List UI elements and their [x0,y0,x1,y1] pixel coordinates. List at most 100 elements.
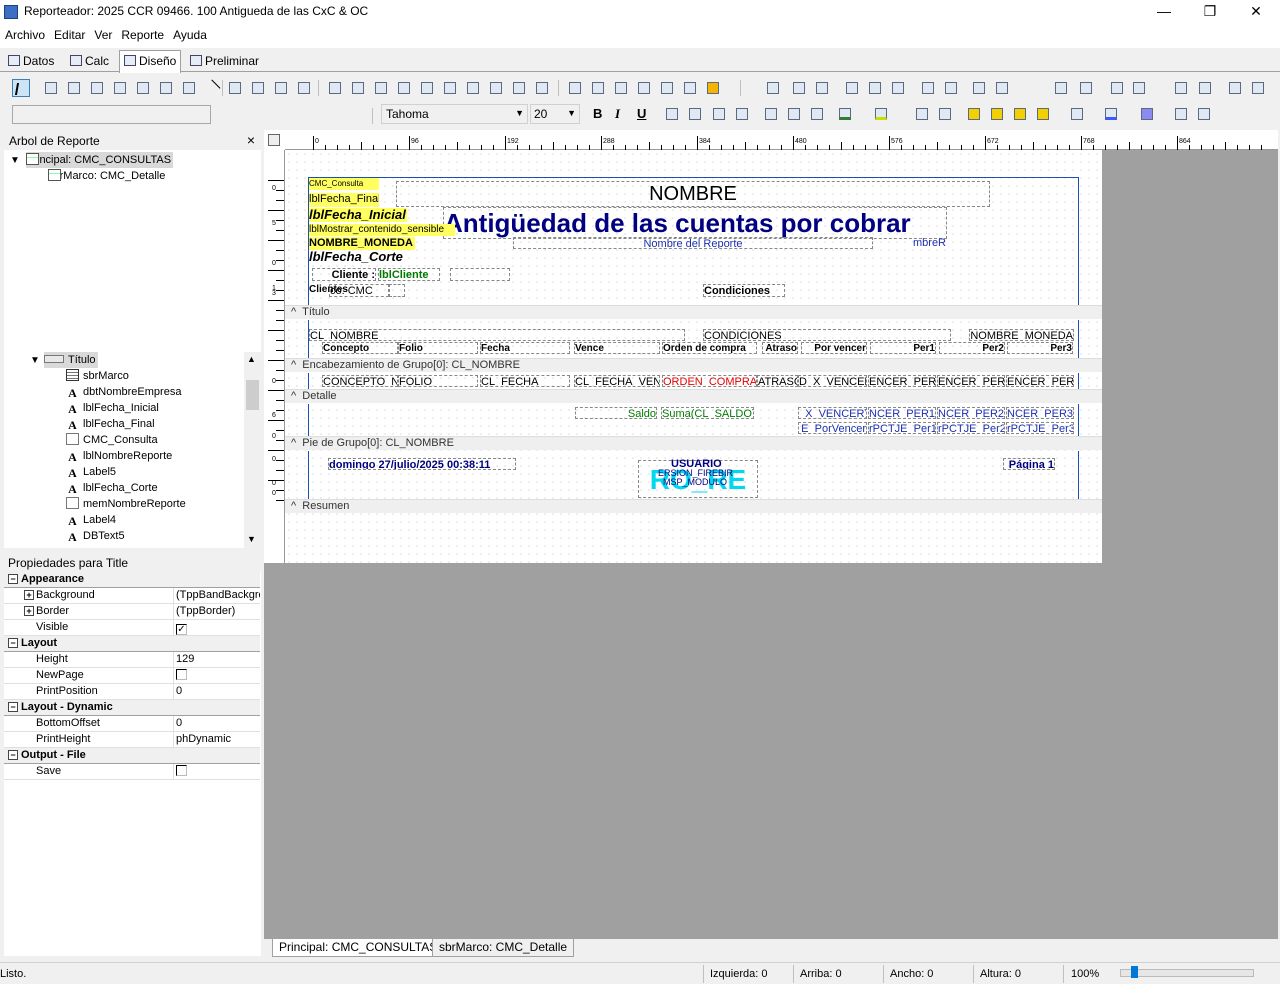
saldo-label[interactable]: Saldo [575,407,657,419]
bold-button[interactable]: B [589,105,607,123]
property-row[interactable]: +Background (TppBandBackground) [4,588,260,604]
bring-front-icon[interactable] [1172,79,1190,97]
italic-button[interactable]: I [611,105,629,123]
pct-per2[interactable]: rPCTJE_Per2 [937,422,1005,434]
detail-per3[interactable]: ENCER_PER3 [1006,375,1074,387]
scrollbar-thumb[interactable] [246,380,259,410]
tree-node-lblfecha-inicial[interactable]: AlblFecha_Inicial [66,400,159,416]
report-heading[interactable]: Antigüedad de las cuentas por cobrar [443,207,947,239]
tab-calc[interactable]: Calc [66,51,113,72]
property-category[interactable]: − Layout - Dynamic [4,700,260,716]
bring-forward-icon[interactable] [965,105,983,123]
col-atraso[interactable]: Atraso [762,342,798,354]
sum-per2[interactable]: NCER_PER2) [937,407,1005,419]
nudge-left-icon[interactable] [1226,79,1244,97]
align-top-icon[interactable] [843,79,861,97]
scroll-up-icon[interactable]: ▲ [247,354,256,364]
col-vence[interactable]: Vence [574,342,660,354]
tree-node-lblfecha-corte[interactable]: AlblFecha_Corte [66,480,157,496]
property-value[interactable] [173,764,260,779]
col-folio[interactable]: Folio [398,342,478,354]
expand-icon[interactable]: + [24,590,34,600]
valign-bottom-icon[interactable] [808,105,826,123]
richtext-tool-icon[interactable] [88,79,106,97]
col-por-vencer[interactable]: Por vencer [801,342,867,354]
pct-per1[interactable]: rPCTJE_Per1 [868,422,936,434]
center-horizontal-icon[interactable] [1052,79,1070,97]
anchor-icon[interactable] [913,105,931,123]
sum-x-vencer[interactable]: _X_VENCER) [798,407,867,419]
expand-icon[interactable]: + [24,606,34,616]
border-icon[interactable] [936,105,954,123]
modulo-field[interactable]: MSP_MODULO [663,477,733,487]
pct-per3[interactable]: rPCTJE_Per3 [1006,422,1074,434]
font-name-select[interactable]: Tahoma ▼ [381,104,528,124]
detail-concepto[interactable]: CONCEPTO_N [322,375,398,387]
font-color-icon[interactable] [836,105,854,123]
tab-preliminar[interactable]: Preliminar [186,51,263,72]
dbmemo-tool-icon[interactable] [349,79,367,97]
property-value[interactable]: 0 [173,684,260,699]
property-row[interactable]: Visible ✓ [4,620,260,636]
property-value[interactable]: (TppBorder) [173,604,260,619]
nombre-reporte-clip[interactable]: mbreR [913,237,949,249]
checkbox-icon[interactable] [176,765,187,776]
maximize-button[interactable]: ❐ [1187,0,1233,24]
gradient-icon[interactable] [1138,105,1156,123]
tree-scrollbar[interactable]: ▲ ▼ [244,352,261,548]
collapse-icon[interactable]: − [8,638,18,648]
font-size-select[interactable]: 20 ▼ [530,104,580,124]
collapse-icon[interactable]: − [8,574,18,584]
condiciones-field[interactable]: CONDICIONES [703,329,951,341]
minimize-button[interactable]: — [1141,0,1187,24]
tab-principal[interactable]: Principal: CMC_CONSULTAS [272,939,445,957]
valign-top-icon[interactable] [762,105,780,123]
fill-color-icon[interactable] [1068,105,1086,123]
property-value[interactable]: ✓ [173,620,260,635]
nombre-reporte-field[interactable]: Nombre del Reporte [513,237,873,249]
menu-editar[interactable]: Editar [49,24,89,46]
detail-folio[interactable]: FOLIO [398,375,478,387]
systemvar-tool-icon[interactable] [111,79,129,97]
region-tool-icon[interactable] [295,79,313,97]
text-align-left-icon[interactable] [663,105,681,123]
detail-atraso[interactable]: ATRASO [757,375,798,387]
menu-ver[interactable]: Ver [89,24,116,46]
nombre-moneda-group-field[interactable]: NOMBRE_MONEDA [969,329,1074,341]
menu-ayuda[interactable]: Ayuda [168,24,211,46]
property-row[interactable]: PrintHeight phDynamic [4,732,260,748]
shape-tool-icon[interactable] [180,79,198,97]
underline-button[interactable]: U [633,105,651,123]
label-tool-icon[interactable] [42,79,60,97]
tree-node-principal[interactable]: Principal: CMC_CONSULTAS [26,152,174,168]
collapse-icon[interactable]: − [8,702,18,712]
text-align-right-icon[interactable] [710,105,728,123]
dbimage-tool-icon[interactable] [418,79,436,97]
tree-node-sbrmarco-detalle[interactable]: sbrMarco: CMC_Detalle [48,168,165,184]
nudge-up-icon[interactable] [1108,79,1126,97]
collapse-icon[interactable]: ▼ [30,353,40,369]
table-tool-icon[interactable] [589,79,607,97]
lbl-cliente[interactable]: lblCliente [378,268,440,281]
dbtotal-tool-icon[interactable] [510,79,528,97]
dbcalc-tool-icon[interactable] [395,79,413,97]
menu-archivo[interactable]: Archivo [0,24,49,46]
empty-field[interactable] [450,268,510,281]
detail-cl-fecha[interactable]: CL_FECHA [480,375,570,387]
detail-orden-compra[interactable]: ORDEN_COMPRA [662,375,757,387]
detail-per2[interactable]: ENCER_PER2 [937,375,1005,387]
align-bottom-icon[interactable] [889,79,907,97]
tree-node-dbtnombreempresa[interactable]: AdbtNombreEmpresa [66,384,181,400]
select-tool-icon[interactable] [12,79,30,97]
zoom-slider[interactable] [1120,969,1254,977]
nombre-empresa-field[interactable]: NOMBRE [396,181,990,207]
property-row[interactable]: PrintPosition 0 [4,684,260,700]
crosstab-tool-icon[interactable] [612,79,630,97]
tree-node-titulo[interactable]: Título [44,352,98,368]
col-per3[interactable]: Per3 [1007,342,1073,354]
send-backward-icon[interactable] [988,105,1006,123]
palette-tool-icon[interactable] [704,79,722,97]
property-value[interactable] [173,668,260,683]
valign-middle-icon[interactable] [785,105,803,123]
line-thickness-icon[interactable] [1172,105,1190,123]
